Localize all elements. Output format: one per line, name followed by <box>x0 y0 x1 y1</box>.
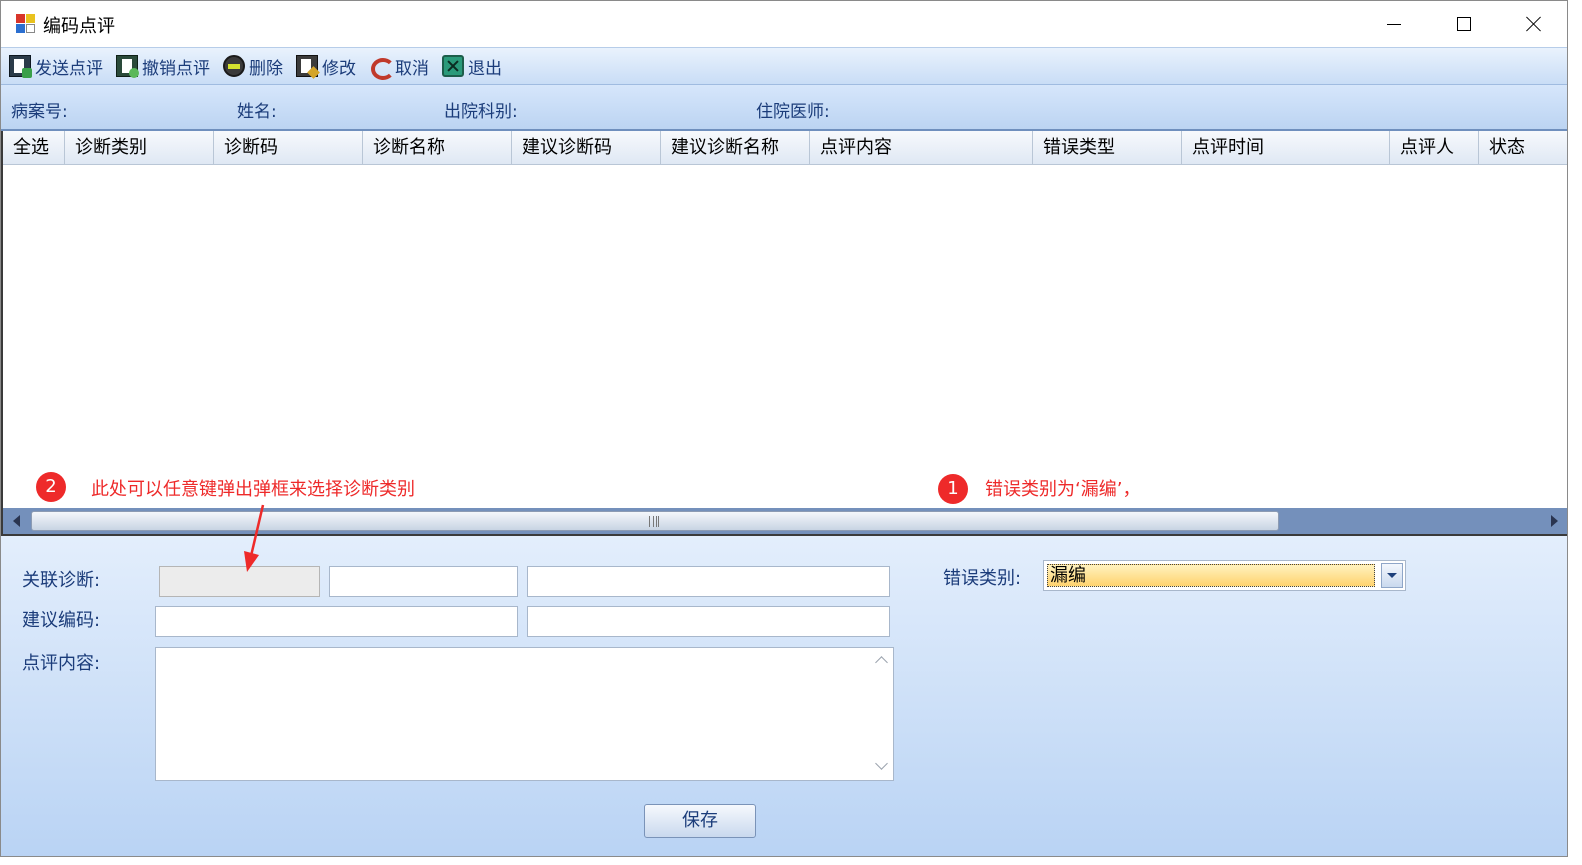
cancel-label: 取消 <box>395 58 429 79</box>
annotation-1-badge: 1 <box>938 474 968 504</box>
modify-button[interactable]: 修改 <box>294 51 361 81</box>
col-status[interactable]: 状态 <box>1479 131 1567 165</box>
cancel-undo-icon <box>369 55 395 80</box>
comment-label: 点评内容: <box>22 653 101 674</box>
error-type-dropdown-button[interactable] <box>1381 563 1403 588</box>
related-diag-category-field[interactable] <box>159 566 320 597</box>
comment-textarea[interactable] <box>155 647 894 781</box>
error-type-value: 漏编 <box>1047 564 1375 587</box>
chevron-down-icon <box>1387 573 1397 578</box>
minimize-icon <box>1387 23 1401 25</box>
minimize-button[interactable] <box>1359 1 1429 47</box>
col-error-type[interactable]: 错误类型 <box>1033 131 1182 165</box>
col-suggest-name[interactable]: 建议诊断名称 <box>661 131 810 165</box>
send-review-label: 发送点评 <box>35 58 103 79</box>
scroll-thumb[interactable] <box>31 511 1279 531</box>
undo-review-label: 撤销点评 <box>142 58 210 79</box>
delete-label: 删除 <box>249 58 283 79</box>
cancel-button[interactable]: 取消 <box>367 51 434 81</box>
exit-label: 退出 <box>468 58 502 79</box>
col-select-all[interactable]: 全选 <box>3 131 65 165</box>
col-review-content[interactable]: 点评内容 <box>810 131 1033 165</box>
suggested-name-field[interactable] <box>527 606 890 637</box>
col-reviewer[interactable]: 点评人 <box>1390 131 1479 165</box>
error-type-label: 错误类别: <box>943 568 1022 589</box>
send-document-icon <box>9 55 32 78</box>
chevron-up-icon <box>875 656 888 669</box>
annotation-1-text: 错误类别为‘漏编’， <box>985 479 1141 500</box>
annotation-2-text: 此处可以任意键弹出弹框来选择诊断类别 <box>91 479 415 500</box>
scroll-right-button[interactable] <box>1541 508 1567 534</box>
patient-info-bar: 病案号: 姓名: 出院科别: 住院医师: <box>1 85 1567 131</box>
suggested-code-label: 建议编码: <box>22 610 101 631</box>
grip-icon <box>649 516 659 527</box>
scroll-left-button[interactable] <box>3 508 29 534</box>
textarea-scrollbar[interactable] <box>871 648 893 780</box>
col-suggest-code[interactable]: 建议诊断码 <box>512 131 661 165</box>
close-button[interactable] <box>1499 1 1567 47</box>
exit-button[interactable]: 退出 <box>440 51 507 81</box>
review-grid[interactable]: 全选 诊断类别 诊断码 诊断名称 建议诊断码 建议诊断名称 点评内容 错误类型 … <box>1 131 1567 536</box>
chevron-down-icon <box>875 757 888 770</box>
arrow-left-icon <box>12 515 20 527</box>
col-diag-code[interactable]: 诊断码 <box>214 131 363 165</box>
suggested-code-field[interactable] <box>155 606 518 637</box>
related-diag-name-field[interactable] <box>527 566 890 597</box>
doctor-label: 住院医师: <box>756 102 830 122</box>
modify-label: 修改 <box>322 58 356 79</box>
title-bar: 编码点评 <box>1 1 1567 47</box>
toolbar: 发送点评 撤销点评 删除 修改 取消 退出 <box>1 47 1567 85</box>
grid-header: 全选 诊断类别 诊断码 诊断名称 建议诊断码 建议诊断名称 点评内容 错误类型 … <box>3 131 1567 165</box>
dept-label: 出院科别: <box>444 102 518 122</box>
related-diag-label: 关联诊断: <box>22 570 101 591</box>
app-icon <box>16 14 36 33</box>
maximize-button[interactable] <box>1429 1 1499 47</box>
col-diag-name[interactable]: 诊断名称 <box>363 131 512 165</box>
main-window: 编码点评 发送点评 撤销点评 删除 修改 取消 退出 病案号: 姓名: 出院科别… <box>0 0 1568 857</box>
delete-button[interactable]: 删除 <box>221 51 288 81</box>
annotation-2-badge: 2 <box>36 472 66 502</box>
maximize-icon <box>1457 17 1471 31</box>
save-button[interactable]: 保存 <box>644 804 756 838</box>
edit-icon <box>296 55 318 77</box>
undo-review-button[interactable]: 撤销点评 <box>114 51 215 81</box>
undo-document-icon <box>116 55 139 78</box>
name-label: 姓名: <box>237 102 277 122</box>
exit-icon <box>442 55 464 77</box>
col-review-time[interactable]: 点评时间 <box>1182 131 1390 165</box>
window-title: 编码点评 <box>43 16 115 37</box>
arrow-right-icon <box>1550 515 1558 527</box>
error-type-select[interactable]: 漏编 <box>1043 560 1406 591</box>
review-form: 关联诊断: 建议编码: 点评内容: 错误类别: 漏编 保存 <box>1 536 1567 856</box>
horizontal-scrollbar[interactable] <box>3 508 1567 534</box>
case-no-label: 病案号: <box>11 102 68 122</box>
close-icon <box>1526 16 1542 32</box>
related-diag-code-field[interactable] <box>329 566 518 597</box>
send-review-button[interactable]: 发送点评 <box>7 51 108 81</box>
delete-icon <box>223 55 245 77</box>
col-diag-category[interactable]: 诊断类别 <box>65 131 214 165</box>
